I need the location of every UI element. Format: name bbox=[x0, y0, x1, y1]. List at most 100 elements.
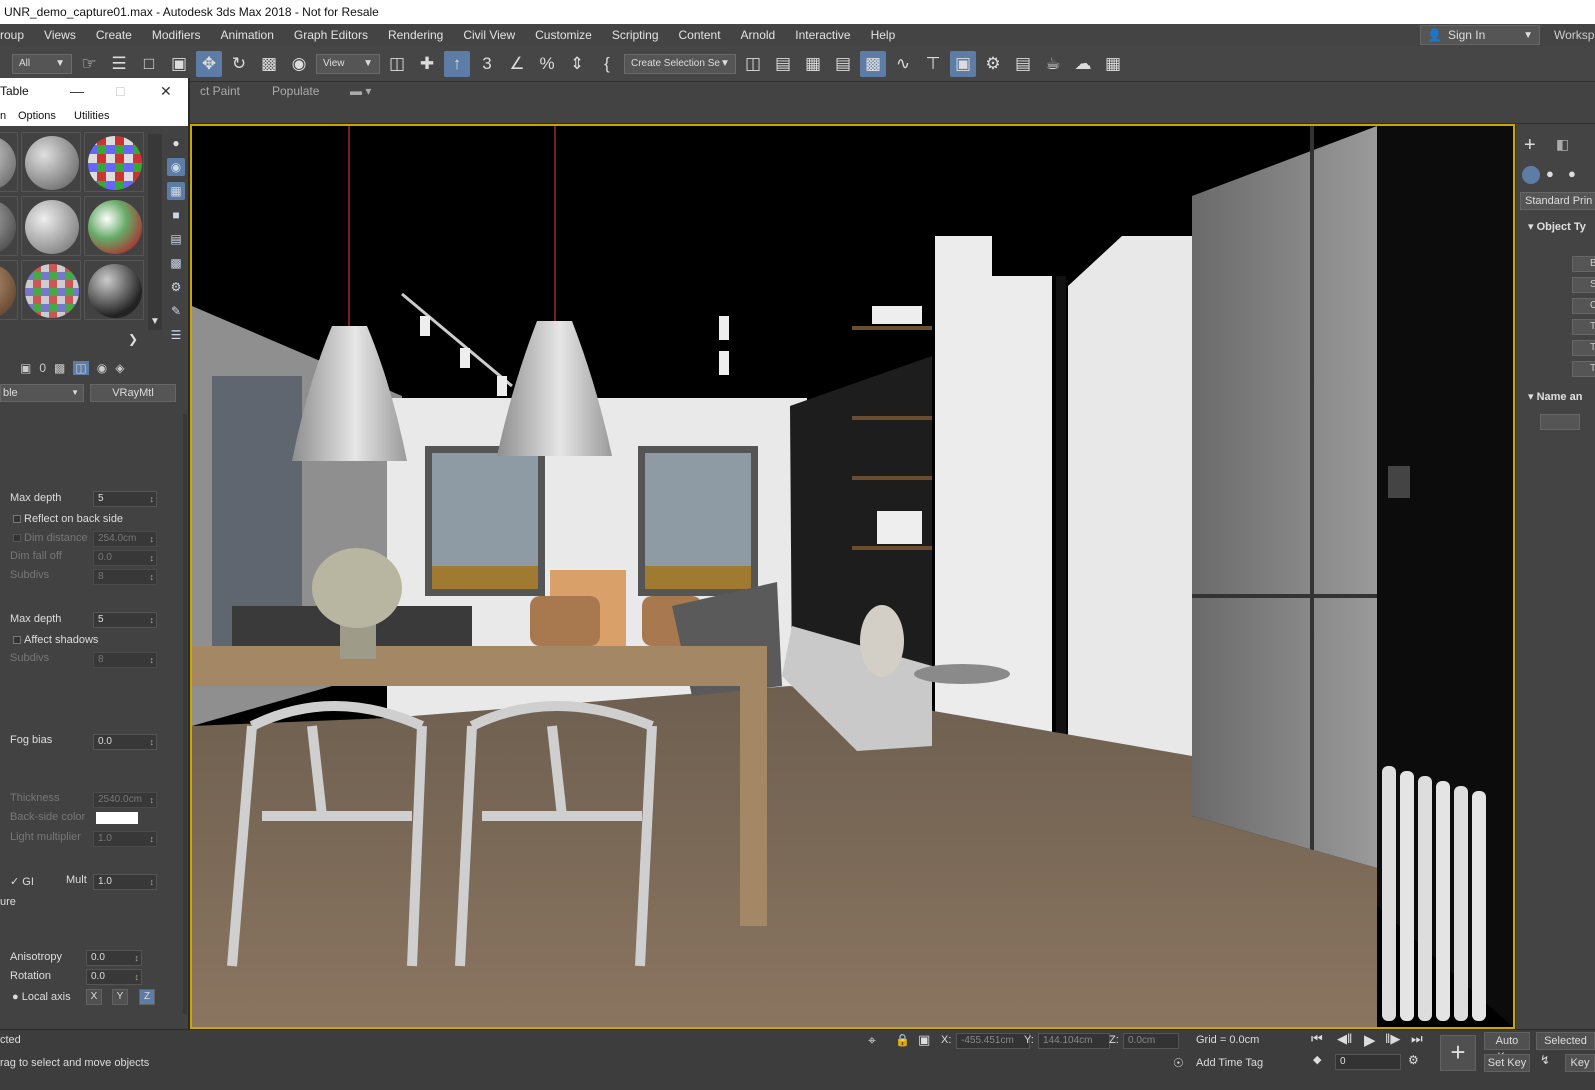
close-icon[interactable]: ✕ bbox=[160, 78, 172, 104]
thickness-spinner[interactable]: 2540.0cm bbox=[93, 792, 157, 808]
menu-content[interactable]: Content bbox=[669, 24, 731, 46]
geometry-icon[interactable] bbox=[1522, 166, 1540, 184]
object-name-field[interactable] bbox=[1540, 414, 1580, 430]
set-key-big-icon[interactable]: + bbox=[1440, 1035, 1476, 1071]
object-button-cylinder[interactable]: Cy bbox=[1572, 298, 1595, 314]
window-crossing-icon[interactable]: ▣ bbox=[166, 51, 192, 77]
pivot-center-icon[interactable]: ◫ bbox=[384, 51, 410, 77]
auto-key-button[interactable]: Auto Key bbox=[1484, 1032, 1530, 1063]
key-tangents-icon[interactable]: ↯ bbox=[1540, 1053, 1550, 1067]
object-button-teapot[interactable]: Te bbox=[1572, 340, 1595, 356]
schematic-view-icon[interactable]: ⊤ bbox=[920, 51, 946, 77]
dim-distance-spinner[interactable]: 254.0cm bbox=[93, 531, 157, 547]
gi-mult-spinner[interactable]: 1.0 bbox=[93, 874, 157, 890]
mat-menu-options[interactable]: Options bbox=[18, 104, 56, 128]
ribbon-toggle-icon[interactable]: ▬ ▾ bbox=[350, 82, 371, 100]
object-button-sphere[interactable]: Sp bbox=[1572, 277, 1595, 293]
isolate-selection-icon[interactable]: ⌖ bbox=[868, 1032, 876, 1049]
params-scrollbar[interactable] bbox=[183, 414, 187, 1014]
object-button-box[interactable]: B bbox=[1572, 256, 1595, 272]
menu-modifiers[interactable]: Modifiers bbox=[142, 24, 211, 46]
material-slot[interactable] bbox=[84, 132, 144, 192]
material-name-field[interactable]: ble ▼ bbox=[0, 384, 84, 402]
rotation-spinner[interactable]: 0.0 bbox=[86, 969, 142, 985]
mat-menu-utilities[interactable]: Utilities bbox=[74, 104, 109, 128]
material-slot[interactable] bbox=[0, 260, 18, 320]
material-slot[interactable] bbox=[0, 132, 18, 192]
current-frame-field[interactable]: 0 bbox=[1335, 1054, 1401, 1070]
material-slot[interactable] bbox=[21, 260, 81, 320]
shapes-icon[interactable]: ● bbox=[1546, 166, 1554, 181]
previous-frame-icon[interactable]: ◀‖ bbox=[1337, 1031, 1352, 1047]
reflect-back-side-checkbox[interactable] bbox=[13, 515, 21, 523]
render-setup-icon[interactable]: ⚙ bbox=[980, 51, 1006, 77]
affect-shadows-checkbox[interactable] bbox=[13, 636, 21, 644]
workspace-selector[interactable]: Worksp bbox=[1554, 24, 1594, 46]
menu-scripting[interactable]: Scripting bbox=[602, 24, 669, 46]
render-production-icon[interactable]: ☕ bbox=[1040, 51, 1066, 77]
edit-named-selection-icon[interactable]: { bbox=[594, 51, 620, 77]
ribbon-tab-populate[interactable]: Populate bbox=[272, 82, 319, 100]
reference-coordinate-dropdown[interactable]: View ▼ bbox=[316, 53, 380, 74]
chevron-right-icon[interactable]: ❯ bbox=[128, 332, 138, 346]
rollout-object-type[interactable]: ▾ Object Ty bbox=[1528, 220, 1586, 233]
menu-graph-editors[interactable]: Graph Editors bbox=[284, 24, 378, 46]
dim-falloff-spinner[interactable]: 0.0 bbox=[93, 550, 157, 566]
sample-uv-tiling-icon[interactable]: ■ bbox=[167, 206, 185, 224]
play-icon[interactable]: ▶ bbox=[1364, 1031, 1376, 1049]
menu-help[interactable]: Help bbox=[861, 24, 906, 46]
selection-filter-dropdown[interactable]: All ▼ bbox=[12, 53, 72, 74]
material-slot[interactable] bbox=[84, 196, 144, 256]
menu-customize[interactable]: Customize bbox=[525, 24, 602, 46]
named-selection-set-dropdown[interactable]: Create Selection Se ▼ bbox=[624, 53, 736, 74]
lock-selection-icon[interactable]: 🔒 bbox=[895, 1033, 910, 1047]
render-in-cloud-icon[interactable]: ☁ bbox=[1070, 51, 1096, 77]
refl-max-depth-spinner[interactable]: 5 bbox=[93, 491, 157, 507]
chevron-down-icon[interactable]: ▼ bbox=[150, 316, 160, 327]
axis-x-button[interactable]: X bbox=[86, 989, 102, 1005]
toggle-scene-explorer-icon[interactable]: ▦ bbox=[800, 51, 826, 77]
axis-z-button[interactable]: Z bbox=[139, 989, 155, 1005]
backside-color-swatch[interactable] bbox=[96, 812, 138, 824]
select-and-rotate-icon[interactable]: ↻ bbox=[226, 51, 252, 77]
material-slot[interactable] bbox=[0, 196, 18, 256]
material-slot[interactable] bbox=[84, 260, 144, 320]
backlight-icon[interactable]: ◉ bbox=[167, 158, 185, 176]
menu-interactive[interactable]: Interactive bbox=[785, 24, 860, 46]
dim-distance-checkbox[interactable] bbox=[13, 534, 21, 542]
keyboard-shortcut-override-icon[interactable]: ↑ bbox=[444, 50, 470, 77]
angle-snap-icon[interactable]: ∠ bbox=[504, 51, 530, 77]
rollout-name-and-color[interactable]: ▾ Name an bbox=[1528, 390, 1582, 403]
z-coord-field[interactable]: 0.0cm bbox=[1123, 1033, 1179, 1049]
menu-civil-view[interactable]: Civil View bbox=[453, 24, 525, 46]
key-filter-selected-dropdown[interactable]: Selected bbox=[1536, 1032, 1595, 1050]
background-icon[interactable]: ▦ bbox=[167, 182, 185, 200]
select-object-icon[interactable]: ☞ bbox=[76, 51, 102, 77]
local-axis-radio[interactable]: ● Local axis bbox=[12, 991, 71, 1003]
menu-group[interactable]: roup bbox=[0, 24, 34, 46]
go-forward-sibling-icon[interactable]: ◈ bbox=[115, 361, 124, 375]
sign-in-button[interactable]: 👤 Sign In ▼ bbox=[1420, 25, 1540, 45]
lights-icon[interactable]: ● bbox=[1568, 166, 1576, 181]
perspective-viewport[interactable] bbox=[190, 124, 1515, 1029]
object-button-textplus[interactable]: Tex bbox=[1572, 361, 1595, 377]
light-multiplier-spinner[interactable]: 1.0 bbox=[93, 831, 157, 847]
sample-type-icon[interactable]: ● bbox=[167, 134, 185, 152]
mirror-icon[interactable]: ◫ bbox=[740, 51, 766, 77]
go-to-start-icon[interactable]: ⏮ bbox=[1311, 1031, 1323, 1047]
mat-menu-navigation[interactable]: n bbox=[0, 104, 6, 128]
create-tab-icon[interactable]: + bbox=[1524, 134, 1536, 157]
menu-create[interactable]: Create bbox=[86, 24, 142, 46]
menu-rendering[interactable]: Rendering bbox=[378, 24, 453, 46]
refr-subdivs-spinner[interactable]: 8 bbox=[93, 652, 157, 668]
slots-scrollbar[interactable] bbox=[148, 134, 162, 330]
show-shaded-material-icon[interactable]: ▩ bbox=[54, 361, 65, 375]
object-category-dropdown[interactable]: Standard Prin bbox=[1520, 192, 1595, 210]
align-icon[interactable]: ▤ bbox=[770, 51, 796, 77]
select-and-move-icon[interactable]: ✥ bbox=[196, 50, 222, 77]
select-and-place-icon[interactable]: ◉ bbox=[286, 51, 312, 77]
select-by-name-icon[interactable]: ☰ bbox=[106, 51, 132, 77]
key-mode-icon[interactable]: ◆ bbox=[1313, 1053, 1321, 1066]
anisotropy-spinner[interactable]: 0.0 bbox=[86, 950, 142, 966]
toggle-ribbon-icon[interactable]: ▩ bbox=[860, 50, 886, 77]
